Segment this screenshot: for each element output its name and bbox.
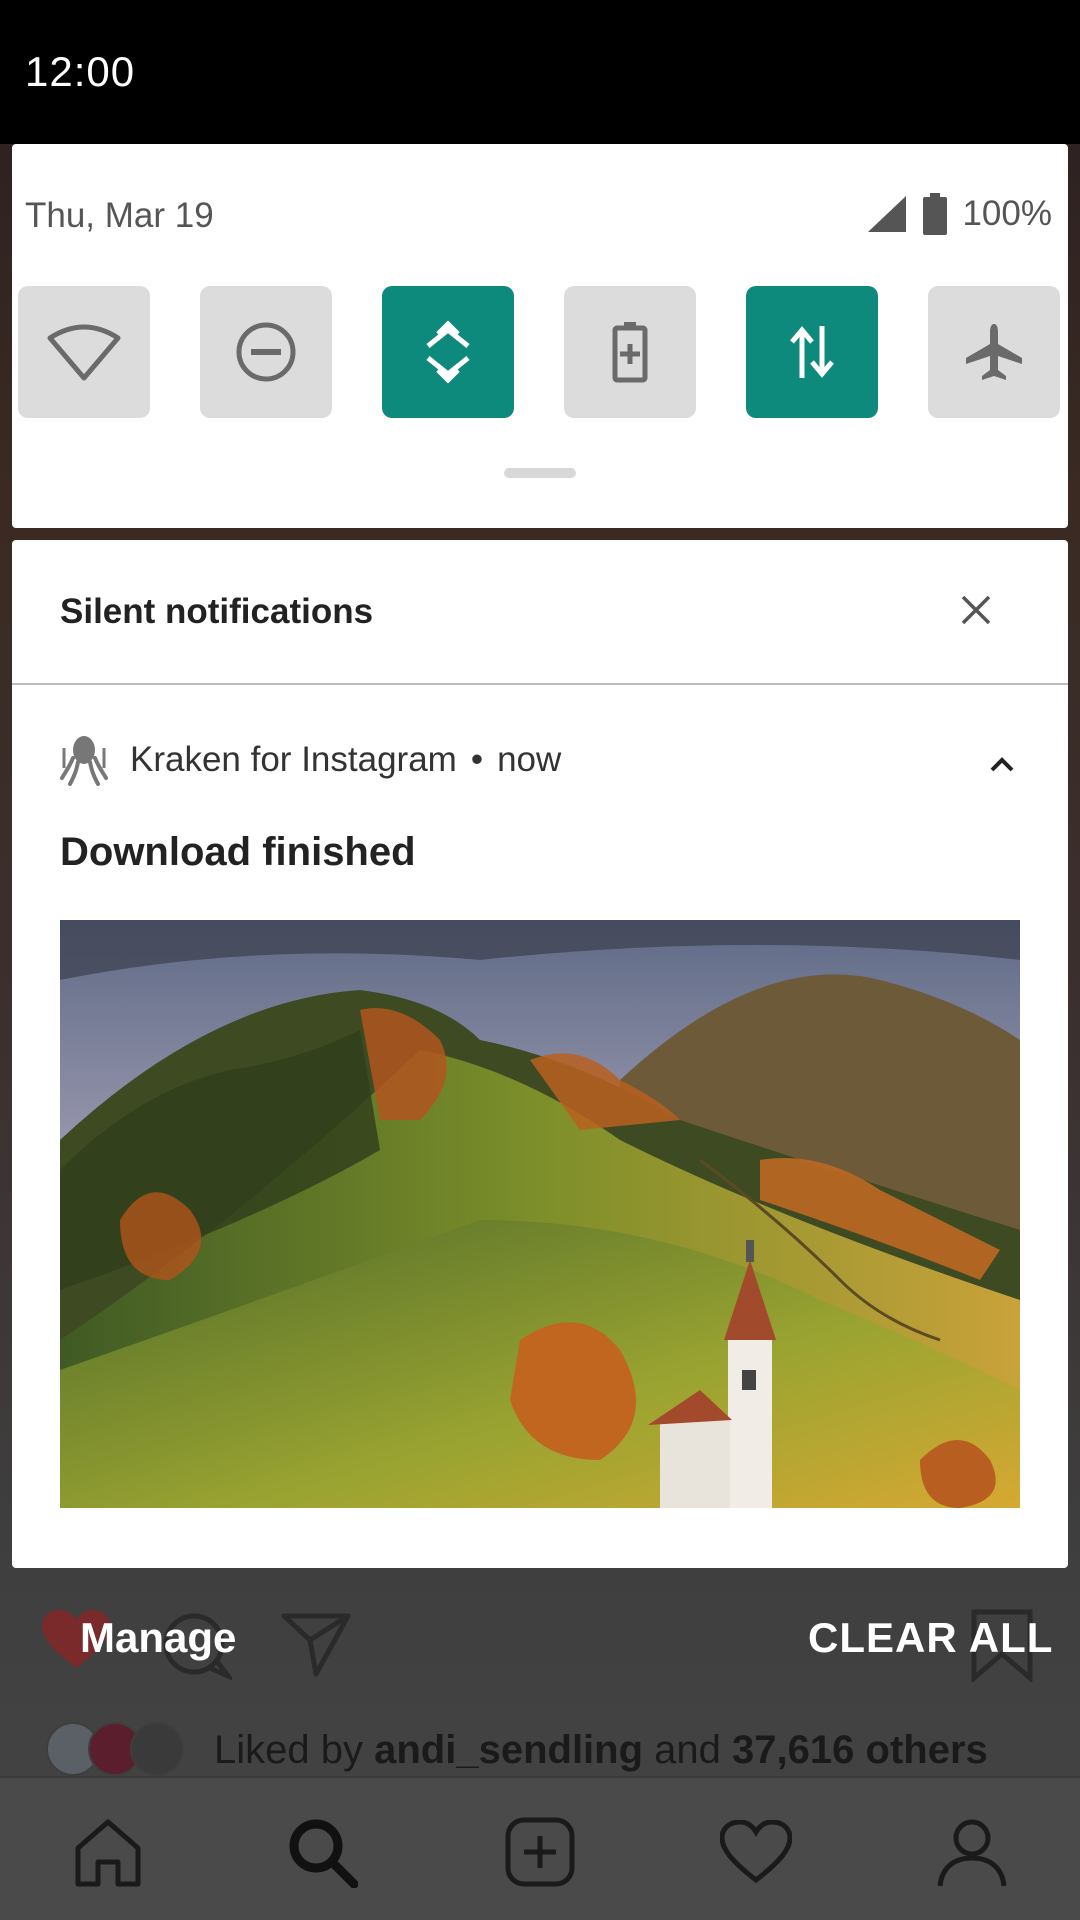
airplane-mode-icon: [966, 324, 1022, 380]
collapse-notification-button[interactable]: [982, 744, 1022, 784]
divider: [12, 683, 1068, 685]
battery-icon: [923, 193, 948, 235]
mobile-data-tile[interactable]: [746, 286, 878, 418]
downloaded-image-preview[interactable]: [60, 920, 1020, 1508]
likes-user[interactable]: andi_sendling: [374, 1728, 643, 1772]
add-post-icon: [505, 1817, 575, 1887]
silent-notifications-card: Silent notifications Kraken for Instagra…: [12, 540, 1068, 1568]
nav-search[interactable]: [284, 1814, 360, 1890]
nav-activity[interactable]: [718, 1814, 794, 1890]
battery-percent: 100%: [962, 194, 1052, 233]
kraken-app-icon: [60, 736, 108, 786]
close-icon: [961, 595, 991, 625]
qs-tiles: [18, 286, 1068, 418]
app-name: Kraken for Instagram: [130, 740, 457, 779]
do-not-disturb-icon: [236, 322, 296, 382]
activity-heart-icon: [720, 1820, 792, 1884]
auto-rotate-tile[interactable]: [382, 286, 514, 418]
mobile-data-icon: [790, 326, 834, 378]
dnd-tile[interactable]: [200, 286, 332, 418]
separator-dot: •: [470, 740, 484, 779]
airplane-mode-tile[interactable]: [928, 286, 1060, 418]
notification-header[interactable]: Kraken for Instagram • now: [60, 734, 561, 786]
nav-new-post[interactable]: [502, 1814, 578, 1890]
wifi-tile[interactable]: [18, 286, 150, 418]
quick-settings-panel: Thu, Mar 19 100%: [12, 144, 1068, 528]
avatar: [130, 1722, 184, 1776]
manage-button[interactable]: Manage: [80, 1614, 236, 1662]
likes-row[interactable]: Liked by andi_sendling and 37,616 others: [46, 1722, 988, 1778]
clear-all-button[interactable]: CLEAR ALL: [808, 1614, 1053, 1662]
landscape-image: [60, 920, 1020, 1508]
nav-home[interactable]: [70, 1814, 146, 1890]
search-icon: [289, 1819, 358, 1888]
profile-icon: [937, 1819, 1007, 1887]
home-icon: [75, 1819, 141, 1887]
status-bar: 12:00: [0, 0, 1080, 144]
battery-saver-tile[interactable]: [564, 286, 696, 418]
likes-text: Liked by andi_sendling and 37,616 others: [214, 1728, 988, 1773]
signal-icon: [868, 196, 907, 232]
dismiss-section-button[interactable]: [952, 586, 1000, 634]
qs-date[interactable]: Thu, Mar 19: [25, 196, 214, 236]
status-clock: 12:00: [25, 48, 136, 95]
section-title: Silent notifications: [60, 592, 374, 631]
qs-drag-handle[interactable]: [504, 468, 576, 478]
bottom-nav: [0, 1776, 1080, 1920]
auto-rotate-icon: [426, 320, 470, 384]
notification-title: Download finished: [60, 830, 416, 874]
likes-connector: and: [654, 1727, 721, 1772]
chevron-up-icon: [990, 757, 1014, 772]
liker-avatars: [46, 1722, 186, 1778]
qs-status-icons: 100%: [866, 192, 1052, 236]
share-icon[interactable]: [280, 1610, 352, 1678]
notification-time: now: [497, 740, 562, 779]
nav-profile[interactable]: [934, 1814, 1010, 1890]
likes-count[interactable]: 37,616 others: [732, 1728, 988, 1772]
likes-prefix: Liked by: [214, 1727, 363, 1772]
battery-saver-icon: [612, 322, 648, 383]
wifi-icon: [47, 324, 121, 381]
